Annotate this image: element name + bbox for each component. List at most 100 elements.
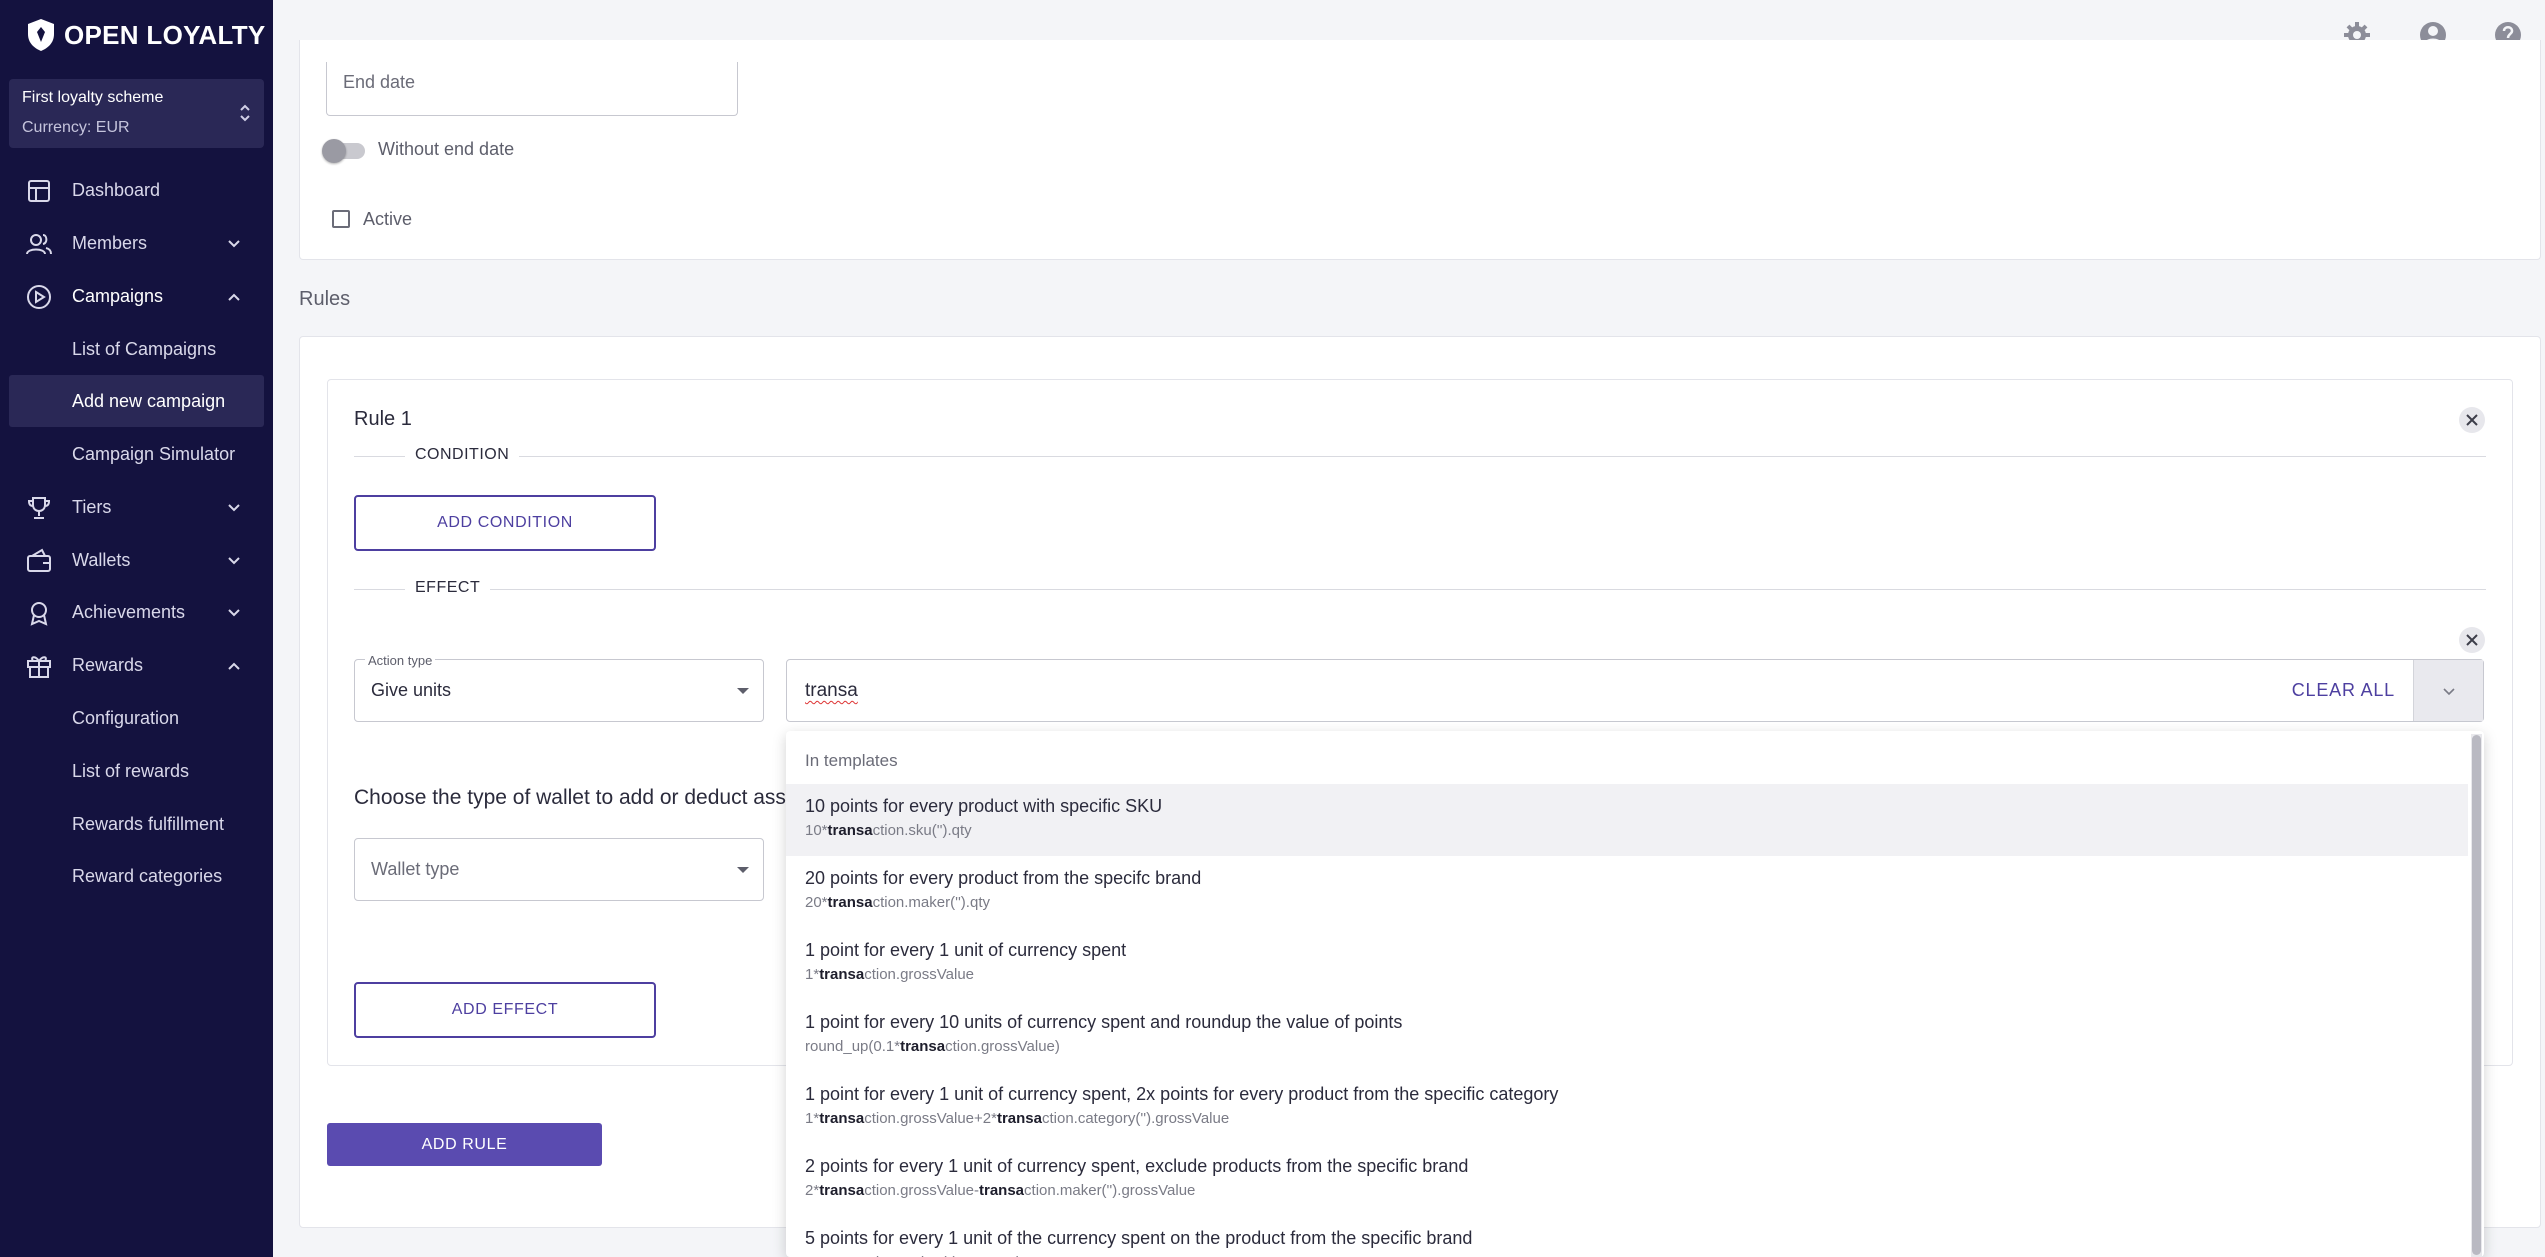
chevron-down-icon: [2442, 687, 2455, 695]
sidebar-item-label: Configuration: [72, 707, 180, 728]
sidebar-item-label: List of Campaigns: [72, 338, 217, 359]
sidebar-item-campaigns[interactable]: Campaigns: [0, 270, 273, 323]
formula-match: transa: [900, 1038, 946, 1055]
formula-match: transa: [827, 822, 873, 839]
formula-match: transa: [979, 1182, 1025, 1199]
sidebar-item-reward-categories[interactable]: Reward categories: [9, 850, 264, 902]
template-option[interactable]: 1 point for every 1 unit of currency spe…: [786, 928, 2468, 1000]
template-option-title: 5 points for every 1 unit of the currenc…: [805, 1228, 1473, 1248]
sidebar-item-label: Campaign Simulator: [72, 443, 236, 464]
template-option[interactable]: 5 points for every 1 unit of the currenc…: [786, 1216, 2468, 1257]
campaigns-icon: [27, 284, 51, 309]
template-option-title: 2 points for every 1 unit of currency sp…: [805, 1156, 1469, 1176]
members-icon: [26, 233, 52, 254]
formula-part: ction.grossValue): [945, 1038, 1060, 1055]
template-option-title: 1 point for every 10 units of currency s…: [805, 1012, 1403, 1032]
dropdown-arrow-icon: [737, 867, 749, 873]
formula-part: ction.maker('').grossValue: [1024, 1182, 1196, 1199]
chevron-down-icon: [228, 608, 240, 616]
formula-autocomplete-input[interactable]: transa CLEAR ALL: [786, 659, 2484, 722]
template-option-title: 20 points for every product from the spe…: [805, 868, 1202, 888]
formula-part: ction.grossValue: [864, 966, 975, 983]
clear-all-button[interactable]: CLEAR ALL: [2292, 680, 2395, 701]
active-checkbox[interactable]: [332, 210, 350, 228]
action-type-select[interactable]: Give units: [354, 659, 764, 722]
formula-match: transa: [827, 894, 873, 911]
sidebar-item-wallets[interactable]: Wallets: [0, 534, 273, 587]
sidebar-item-label: Rewards: [72, 655, 144, 675]
chevron-down-icon: [228, 556, 240, 564]
add-rule-button[interactable]: ADD RULE: [327, 1123, 602, 1166]
trophy-icon: [27, 496, 51, 519]
remove-rule-button[interactable]: [2459, 407, 2485, 433]
formula-part: ction.grossValue-: [864, 1182, 979, 1199]
chevron-down-icon: [228, 503, 240, 511]
template-option-formula: 1*transaction.grossValue: [805, 966, 974, 983]
effect-divider: [354, 589, 2486, 590]
sidebar-item-configuration[interactable]: Configuration: [9, 692, 264, 744]
action-type-value: Give units: [371, 680, 452, 700]
switch-knob: [322, 139, 346, 163]
sidebar-item-campaign-simulator[interactable]: Campaign Simulator: [9, 428, 264, 480]
sidebar-item-list-of-rewards[interactable]: List of rewards: [9, 745, 264, 797]
template-option-title: 10 points for every product with specifi…: [805, 796, 1163, 816]
formula-match: transa: [819, 1110, 865, 1127]
chevron-up-icon: [228, 293, 240, 301]
formula-part: 1*: [805, 966, 820, 983]
rules-section-title: Rules: [299, 288, 351, 310]
sidebar-item-label: Add new campaign: [72, 390, 226, 411]
scheme-selector[interactable]: First loyalty scheme Currency: EUR: [9, 79, 264, 148]
sidebar-item-achievements[interactable]: Achievements: [0, 586, 273, 639]
formula-part: ction.sku('').qty: [872, 822, 972, 839]
sidebar-item-members[interactable]: Members: [0, 217, 273, 270]
sidebar-item-label: Wallets: [72, 550, 131, 570]
add-condition-button[interactable]: ADD CONDITION: [354, 495, 656, 551]
formula-part: 1*: [805, 1110, 820, 1127]
template-option-formula: 20*transaction.maker('').qty: [805, 894, 990, 911]
wallet-type-select[interactable]: Wallet type: [354, 838, 764, 901]
chevron-up-down-icon: [238, 101, 252, 126]
sidebar-item-label: List of rewards: [72, 760, 190, 781]
template-option-formula: round_up(0.1*transaction.grossValue): [805, 1038, 1060, 1055]
formula-part: 2*: [805, 1182, 820, 1199]
template-option[interactable]: 1 point for every 1 unit of currency spe…: [786, 1072, 2468, 1144]
sidebar-item-dashboard[interactable]: Dashboard: [0, 164, 273, 217]
formula-part: ction.grossValue+2*: [864, 1110, 997, 1127]
sidebar-item-rewards-fulfillment[interactable]: Rewards fulfillment: [9, 798, 264, 850]
template-option-formula: 1*transaction.grossValue+2*transaction.c…: [805, 1110, 1229, 1127]
formula-match: transa: [819, 1182, 865, 1199]
without-end-date-label: Without end date: [378, 139, 515, 159]
template-option[interactable]: 20 points for every product from the spe…: [786, 856, 2468, 928]
chevron-up-icon: [228, 662, 240, 670]
template-option-title: 1 point for every 1 unit of currency spe…: [805, 940, 1127, 960]
sidebar-item-list-of-campaigns[interactable]: List of Campaigns: [9, 323, 264, 375]
autocomplete-dropdown: In templates 10 points for every product…: [786, 731, 2484, 1257]
template-option[interactable]: 1 point for every 10 units of currency s…: [786, 1000, 2468, 1072]
sidebar-item-label: Campaigns: [72, 286, 164, 306]
wallet-prompt-text: Choose the type of wallet to add or dedu…: [354, 786, 803, 809]
formula-input-value: transa: [805, 680, 858, 701]
sidebar-item-rewards[interactable]: Rewards: [0, 639, 273, 692]
formula-part: ction.category('').grossValue: [1041, 1110, 1230, 1127]
remove-effect-button[interactable]: [2459, 627, 2485, 653]
template-option[interactable]: 2 points for every 1 unit of currency sp…: [786, 1144, 2468, 1216]
sidebar-item-label: Rewards fulfillment: [72, 813, 225, 834]
scheme-currency: Currency: EUR: [22, 119, 130, 136]
formula-part: ction.maker('').qty: [872, 894, 990, 911]
formula-match: transa: [819, 966, 865, 983]
template-option[interactable]: 10 points for every product with specifi…: [786, 784, 2468, 856]
end-date-field[interactable]: End date: [326, 62, 738, 116]
dashboard-icon: [28, 179, 50, 202]
brand-logo[interactable]: OPEN LOYALTY: [26, 18, 266, 52]
sidebar-item-add-new-campaign[interactable]: Add new campaign: [9, 375, 264, 427]
close-icon: [2466, 414, 2478, 426]
dropdown-scroll-thumb[interactable]: [2472, 735, 2481, 1255]
close-icon: [2466, 634, 2478, 646]
rule-title: Rule 1: [354, 408, 412, 430]
sidebar-item-label: Members: [72, 233, 148, 253]
autocomplete-toggle-button[interactable]: [2413, 660, 2483, 721]
gift-icon: [27, 655, 51, 678]
sidebar-item-tiers[interactable]: Tiers: [0, 481, 273, 534]
sidebar-item-label: Achievements: [72, 602, 186, 622]
add-effect-button[interactable]: ADD EFFECT: [354, 982, 656, 1038]
